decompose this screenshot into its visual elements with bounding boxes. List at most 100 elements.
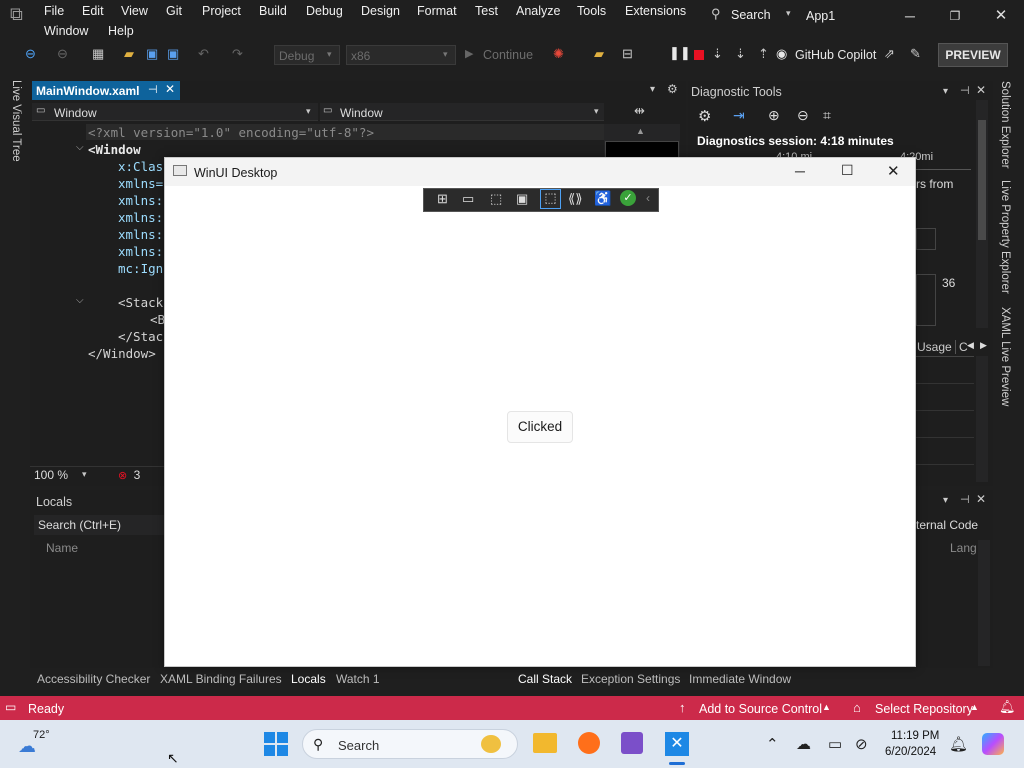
menu-item-window[interactable]: Window (44, 24, 88, 38)
pin-icon[interactable]: ⊣ (960, 493, 970, 506)
menu-item-format[interactable]: Format (417, 4, 457, 18)
visual-studio-icon[interactable] (621, 732, 643, 754)
menu-item-edit[interactable]: Edit (82, 4, 104, 18)
minimize-button[interactable]: ─ (893, 0, 927, 32)
back-icon[interactable]: ⊖ (25, 46, 36, 62)
reset-zoom-icon[interactable]: ⌗ (823, 107, 831, 124)
app-maximize-button[interactable]: ☐ (841, 162, 854, 179)
close-button[interactable]: ✕ (984, 0, 1018, 32)
element-dropdown-right[interactable]: ▭ Window ▾ (320, 103, 604, 121)
live-visual-tree-icon[interactable]: ⊞ (437, 191, 448, 207)
tab-mainwindow[interactable]: MainWindow.xaml ⊣ ✕ (32, 81, 180, 100)
accessibility-icon[interactable]: ♿ (594, 190, 611, 207)
menu-item-project[interactable]: Project (202, 4, 241, 18)
menu-item-tools[interactable]: Tools (577, 4, 606, 18)
settings-icon[interactable]: ⚙ (667, 82, 678, 96)
menu-item-build[interactable]: Build (259, 4, 287, 18)
code-line[interactable]: xmlns: (118, 210, 163, 225)
layout-icon[interactable]: ⊟ (622, 46, 633, 62)
pin-icon[interactable]: ⊣ (960, 84, 970, 97)
select-element-camera-icon[interactable]: ▭ (462, 191, 474, 207)
collapse-toolbar-icon[interactable]: ‹ (646, 191, 650, 205)
menu-item-view[interactable]: View (121, 4, 148, 18)
menu-item-analyze[interactable]: Analyze (516, 4, 560, 18)
usage-tab[interactable]: Usage (917, 340, 952, 354)
error-indicator[interactable]: ⊗ 3 (118, 468, 140, 482)
zoom-in-icon[interactable]: ⊕ (768, 107, 780, 124)
tab-overflow-icon[interactable]: ▾ (650, 84, 655, 95)
fold-icon[interactable]: ⌵ (76, 295, 84, 306)
panel-menu-icon[interactable]: ▾ (943, 495, 948, 506)
menu-item-help[interactable]: Help (108, 24, 134, 38)
search-box[interactable]: ⚲ Search ▾ (705, 4, 805, 26)
undo-icon[interactable]: ↶ (198, 46, 209, 62)
binding-failures-icon[interactable]: ⟪⟫ (568, 191, 582, 207)
firefox-icon[interactable] (578, 732, 600, 754)
side-tab-0[interactable]: Solution Explorer (999, 81, 1011, 169)
running-app-icon[interactable]: ✕ (665, 732, 689, 756)
menu-item-git[interactable]: Git (166, 4, 182, 18)
code-line[interactable]: mc:Ign (118, 261, 163, 276)
track-focus-icon[interactable]: ⬚ (540, 189, 561, 209)
network-icon[interactable]: ⊘ (855, 735, 868, 753)
panel-menu-icon[interactable]: ▾ (943, 86, 948, 97)
notifications-icon[interactable]: 🔔︎ (999, 699, 1016, 715)
new-project-icon[interactable]: ▦ (92, 46, 104, 62)
fold-icon[interactable]: ⌵ (76, 142, 84, 153)
code-line[interactable]: <Window (88, 142, 141, 157)
share-icon[interactable]: ⇗ (884, 46, 895, 62)
close-icon[interactable]: ✕ (165, 82, 175, 96)
locals-scrollbar[interactable] (978, 540, 990, 666)
forward-icon[interactable]: ⊖ (57, 46, 68, 62)
side-tab-live-visual-tree[interactable]: Live Visual Tree (10, 80, 22, 162)
locals-search[interactable]: Search (Ctrl+E) (34, 515, 174, 535)
element-dropdown-left[interactable]: ▭ Window ▾ (32, 103, 318, 121)
feedback-icon[interactable]: ✎ (910, 46, 921, 62)
code-line[interactable]: </Stac (118, 329, 163, 344)
step-into-icon[interactable]: ⇣ (735, 46, 746, 62)
code-line[interactable]: xmlns= (118, 176, 163, 191)
c-tab[interactable]: C (955, 340, 968, 354)
bottom-tab-right-0[interactable]: Call Stack (518, 672, 572, 686)
copilot-taskbar-icon[interactable] (982, 733, 1004, 755)
export-icon[interactable]: ⇥ (733, 107, 745, 124)
app-minimize-button[interactable]: ─ (795, 163, 805, 179)
folder-icon[interactable]: ▰ (594, 46, 604, 62)
menu-item-debug[interactable]: Debug (306, 4, 343, 18)
code-line[interactable]: xmlns: (118, 227, 163, 242)
file-explorer-icon[interactable] (533, 733, 557, 753)
preview-button[interactable]: PREVIEW (938, 43, 1008, 67)
side-tab-2[interactable]: XAML Live Preview (999, 307, 1011, 406)
open-icon[interactable]: ▰ (124, 46, 134, 62)
pin-icon[interactable]: ⊣ (148, 83, 158, 96)
chevron-up-icon[interactable]: ⌃ (766, 735, 779, 753)
notification-bell-icon[interactable]: 🔔︎ (949, 735, 968, 753)
gear-icon[interactable]: ⚙ (698, 107, 711, 125)
source-control-button[interactable]: Add to Source Control (699, 702, 822, 716)
tab-next-icon[interactable]: ▶ (980, 340, 987, 351)
select-repository-button[interactable]: Select Repository (875, 702, 973, 716)
select-element-icon[interactable]: ⬚ (490, 191, 502, 207)
split-icon[interactable]: ⇹ (634, 103, 645, 119)
save-all-icon[interactable]: ▣ (167, 46, 179, 62)
tab-prev-icon[interactable]: ◀ (967, 340, 974, 351)
bottom-tab-0[interactable]: Accessibility Checker (37, 672, 150, 686)
config-dropdown[interactable]: Debug ▾ (274, 45, 340, 65)
display-icon[interactable]: ▭ (828, 735, 842, 753)
save-icon[interactable]: ▣ (146, 46, 158, 62)
menu-item-test[interactable]: Test (475, 4, 498, 18)
code-line[interactable]: xmlns: (118, 244, 163, 259)
scroll-up-icon[interactable]: ▲ (636, 126, 645, 136)
zoom-dropdown[interactable]: 100 % ▾ (34, 468, 92, 482)
bottom-tab-1[interactable]: XAML Binding Failures (160, 672, 282, 686)
close-icon[interactable]: ✕ (976, 83, 986, 97)
code-line[interactable]: <B (150, 312, 165, 327)
clock-date[interactable]: 6/20/2024 (885, 746, 936, 758)
bottom-tab-2[interactable]: Locals (291, 672, 326, 686)
close-icon[interactable]: ✕ (976, 492, 986, 506)
bottom-tab-right-1[interactable]: Exception Settings (581, 672, 680, 686)
copilot-button[interactable]: GitHub Copilot (795, 48, 876, 62)
code-line[interactable]: <?xml version="1.0" encoding="utf-8"?> (88, 125, 374, 140)
step-icon[interactable]: ⇣ (712, 46, 723, 62)
stop-icon[interactable] (694, 50, 704, 60)
